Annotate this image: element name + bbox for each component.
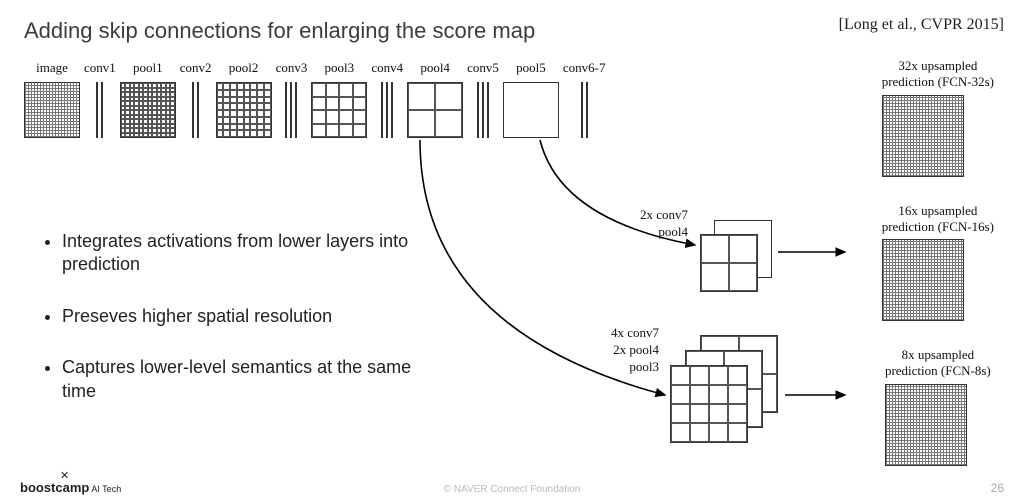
stack8-front-label: pool3 xyxy=(611,359,659,376)
network-architecture-row: image conv1 pool1 conv2 xyxy=(24,60,606,138)
bullet-list: Integrates activations from lower layers… xyxy=(44,230,424,431)
prediction-8s: 8x upsampledprediction (FCN-8s) xyxy=(885,347,991,466)
stage-label: pool4 xyxy=(420,60,450,76)
logo-text: boostcamp xyxy=(20,480,89,495)
stage-label: conv4 xyxy=(371,60,403,76)
stage-conv3: conv3 xyxy=(276,60,308,138)
stage-pool5: pool5 xyxy=(503,60,559,138)
slide-title: Adding skip connections for enlarging th… xyxy=(24,18,535,44)
prediction-16s: 16x upsampledprediction (FCN-16s) xyxy=(882,203,994,322)
bullet-item: Captures lower-level semantics at the sa… xyxy=(62,356,424,403)
pred-label-line1: 8x upsampled xyxy=(902,347,975,362)
pred-label-line2: prediction (FCN-32s) xyxy=(882,74,994,89)
citation: [Long et al., CVPR 2015] xyxy=(839,16,1004,34)
stage-label: pool2 xyxy=(229,60,259,76)
copyright-text: © NAVER Connect Foundation xyxy=(444,484,581,495)
pred-label-line2: prediction (FCN-16s) xyxy=(882,219,994,234)
stage-label: conv3 xyxy=(276,60,308,76)
stage-pool4: pool4 xyxy=(407,60,463,138)
stage-conv4: conv4 xyxy=(371,60,403,138)
boostcamp-logo: ✕ boostcampAI Tech xyxy=(20,469,121,495)
stage-label: conv2 xyxy=(180,60,212,76)
stage-label: image xyxy=(36,60,68,76)
bullet-item: Preseves higher spatial resolution xyxy=(62,305,424,328)
stage-label: conv5 xyxy=(467,60,499,76)
stage-conv1: conv1 xyxy=(84,60,116,138)
page-number: 26 xyxy=(991,481,1004,495)
stack8-group xyxy=(670,335,780,445)
stack8-back-label: 4x conv7 xyxy=(611,325,659,342)
logo-subtext: AI Tech xyxy=(91,484,121,494)
stack8-mid-label: 2x pool4 xyxy=(611,342,659,359)
stack16-back-label: 2x conv7 xyxy=(640,207,688,224)
stage-label: conv1 xyxy=(84,60,116,76)
stage-label: conv6-7 xyxy=(563,60,606,76)
pred-label-line1: 16x upsampled xyxy=(898,203,977,218)
stage-label: pool3 xyxy=(325,60,355,76)
pred-label-line1: 32x upsampled xyxy=(898,58,977,73)
stage-conv2: conv2 xyxy=(180,60,212,138)
prediction-32s: 32x upsampledprediction (FCN-32s) xyxy=(882,58,994,177)
stack16-labels: 2x conv7 pool4 xyxy=(640,207,688,241)
stage-pool1: pool1 xyxy=(120,60,176,138)
pred-label-line2: prediction (FCN-8s) xyxy=(885,363,991,378)
stack16-front-label: pool4 xyxy=(640,224,688,241)
stage-pool2: pool2 xyxy=(216,60,272,138)
stack16-group xyxy=(700,220,780,300)
stage-pool3: pool3 xyxy=(311,60,367,138)
stage-image: image xyxy=(24,60,80,138)
predictions-column: 32x upsampledprediction (FCN-32s) 16x up… xyxy=(882,58,994,466)
stack8-labels: 4x conv7 2x pool4 pool3 xyxy=(611,325,659,376)
stage-conv5: conv5 xyxy=(467,60,499,138)
stage-conv67: conv6-7 xyxy=(563,60,606,138)
stage-label: pool5 xyxy=(516,60,546,76)
stage-label: pool1 xyxy=(133,60,163,76)
bullet-item: Integrates activations from lower layers… xyxy=(62,230,424,277)
